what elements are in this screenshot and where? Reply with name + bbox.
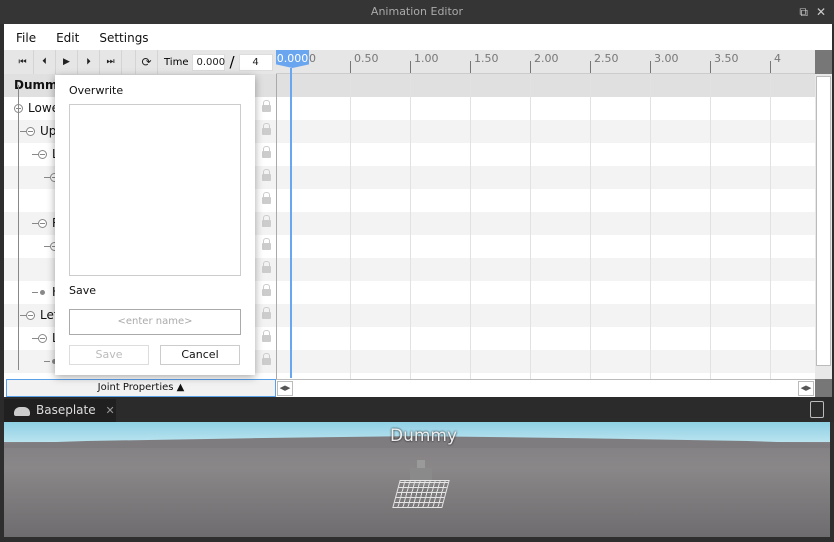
tick [590,61,591,73]
lock-icon[interactable] [262,307,271,320]
restore-icon[interactable]: ⧉ [799,0,808,24]
tick [410,61,411,73]
grid-line [410,74,411,379]
tick [710,61,711,73]
tab-label: Baseplate [36,403,96,417]
lock-icon[interactable] [262,238,271,251]
grid-line [530,74,531,379]
menu-settings[interactable]: Settings [87,24,148,50]
current-time-input[interactable]: 0.000 [192,53,226,71]
tick-label: 3.00 [654,52,679,65]
playhead-line[interactable] [290,68,292,378]
vertical-scrollbar[interactable] [815,50,832,379]
tick-label: 0.50 [354,52,379,65]
grid-line [350,74,351,379]
collapse-icon[interactable] [26,311,35,320]
cloud-icon [14,407,30,416]
grid-line [590,74,591,379]
menu-bar: File Edit Settings [4,24,832,50]
lock-icon[interactable] [262,353,271,366]
tick-label: 4 [774,52,781,65]
timeline-ruler[interactable]: 0 0.50 1.00 1.50 2.00 2.50 3.00 3.50 4 [276,50,815,74]
lock-icon[interactable] [262,123,271,136]
tick-label: 2.50 [594,52,619,65]
time-separator: / [229,53,235,71]
save-button[interactable]: Save [69,345,149,365]
tab-close-icon[interactable]: ✕ [105,404,114,417]
name-input[interactable]: <enter name> [69,309,241,335]
collapse-icon[interactable] [38,150,47,159]
selection-grid [392,480,450,508]
horizontal-scrollbar[interactable]: ◀▶ ◀▶ [276,379,815,397]
play-button[interactable]: ▶ [56,50,78,74]
scroll-thumb[interactable] [816,76,831,366]
collapse-icon[interactable] [38,334,47,343]
lock-icon[interactable] [262,192,271,205]
save-heading: Save [69,284,97,297]
grid-line [470,74,471,379]
model-label: Dummy [390,426,458,446]
lock-icon[interactable] [262,146,271,159]
scroll-handle-left[interactable]: ◀▶ [277,381,293,396]
collapse-icon[interactable] [38,219,47,228]
save-dialog: Overwrite Save <enter name> Save Cancel [55,75,255,375]
next-frame-button[interactable]: ⏵ [78,50,100,74]
tick [770,61,771,73]
tick [350,61,351,73]
divider[interactable] [276,74,277,379]
loop-icon[interactable]: ⟳ [136,50,158,74]
tick-label: 3.50 [714,52,739,65]
playhead-marker[interactable]: 0.000 [276,50,309,68]
grid-line [650,74,651,379]
lock-icon[interactable] [262,215,271,228]
document-tab-bar: Baseplate ✕ [0,397,834,422]
overwrite-list[interactable] [69,104,241,276]
playback-toolbar: ⏮ ⏴ ▶ ⏵ ⏭ ⟳ Time 0.000 / 4 [4,50,276,74]
window-title: Animation Editor [0,0,834,24]
window-controls: ⧉ ✕ [799,0,826,24]
prev-frame-button[interactable]: ⏴ [34,50,56,74]
menu-edit[interactable]: Edit [44,24,79,50]
tick [530,61,531,73]
length-input[interactable]: 4 [238,53,273,71]
tick-label: 1.50 [474,52,499,65]
tick [650,61,651,73]
overwrite-heading: Overwrite [69,84,124,97]
lock-icon[interactable] [262,261,271,274]
animation-editor: File Edit Settings ⏮ ⏴ ▶ ⏵ ⏭ ⟳ Time 0.00… [4,24,832,397]
skip-start-button[interactable]: ⏮ [12,50,34,74]
joint-properties-toggle[interactable]: Joint Properties ▲ [6,379,276,397]
tree-row-label: Up [40,124,57,138]
lock-icon[interactable] [262,100,271,113]
scroll-corner [815,379,832,397]
skip-end-button[interactable]: ⏭ [100,50,122,74]
tick-label: 1.00 [414,52,439,65]
joint-dot-icon [40,290,45,295]
time-label: Time [164,56,189,68]
tick-label: 2.00 [534,52,559,65]
cancel-button[interactable]: Cancel [160,345,240,365]
3d-viewport[interactable]: Dummy [4,422,830,537]
menu-file[interactable]: File [4,24,36,50]
device-emulator-icon[interactable] [810,401,824,418]
grid-line [710,74,711,379]
collapse-icon[interactable] [26,127,35,136]
grid-line [770,74,771,379]
scroll-handle-right[interactable]: ◀▶ [798,381,814,396]
close-icon[interactable]: ✕ [816,0,826,24]
tab-baseplate[interactable]: Baseplate ✕ [4,399,116,422]
lock-icon[interactable] [262,284,271,297]
lock-icon[interactable] [262,330,271,343]
tick-label: 0 [309,52,316,65]
tick [470,61,471,73]
lock-icon[interactable] [262,169,271,182]
